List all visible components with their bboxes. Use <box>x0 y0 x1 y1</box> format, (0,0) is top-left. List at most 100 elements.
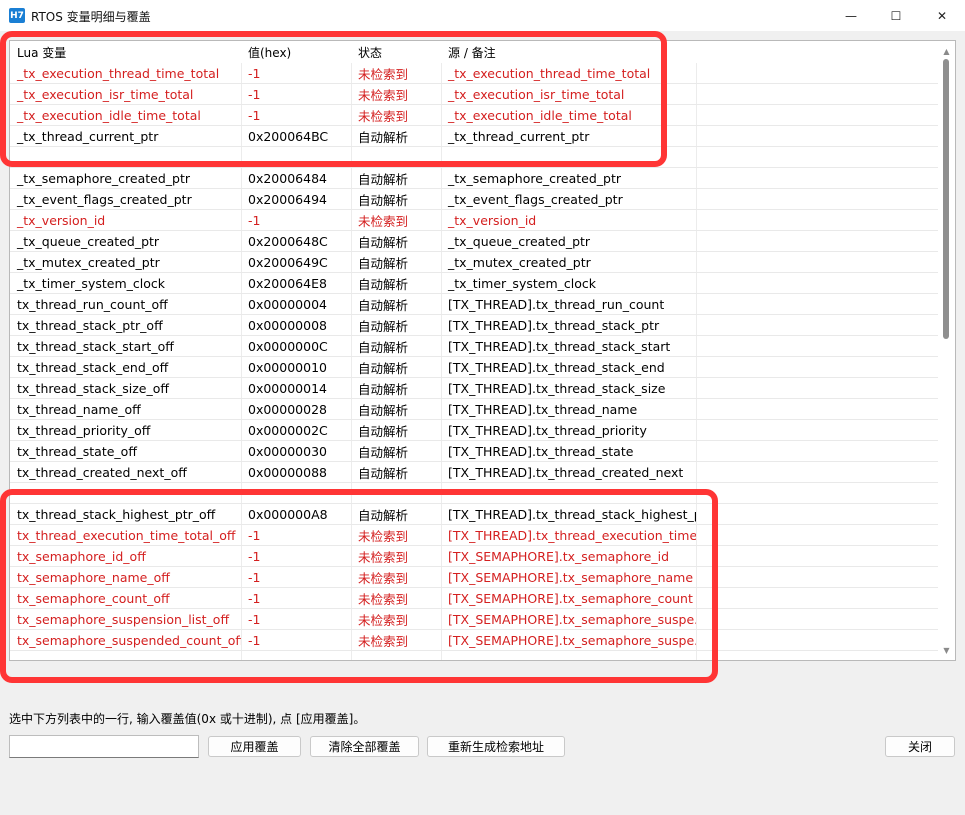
row-value: -1 <box>248 86 261 102</box>
scroll-down-arrow-icon[interactable]: ▼ <box>938 642 955 658</box>
row-source: _tx_execution_idle_time_total <box>448 107 632 123</box>
row-variable-name: tx_semaphore_count_off <box>17 590 170 606</box>
row-value: 0x200064E8 <box>248 275 327 291</box>
row-variable-name: tx_thread_state_off <box>17 443 137 459</box>
vertical-scrollbar[interactable]: ▲ ▼ <box>938 41 955 660</box>
maximize-button[interactable]: ☐ <box>873 0 919 31</box>
scrollbar-thumb[interactable] <box>943 59 949 339</box>
table-row[interactable]: _tx_thread_current_ptr 0x200064BC 自动解析 _tx_… <box>10 126 938 147</box>
row-value: -1 <box>248 548 261 564</box>
row-status: 自动解析 <box>358 318 409 334</box>
row-variable-name: tx_thread_stack_highest_ptr_off <box>17 506 216 522</box>
row-source <box>441 147 696 167</box>
regenerate-addresses-button[interactable]: 重新生成检索地址 <box>427 736 565 757</box>
override-value-input[interactable] <box>9 735 199 758</box>
table-row[interactable]: tx_thread_stack_size_off 0x00000014 自动解析 [T… <box>10 378 938 399</box>
table-row[interactable]: tx_semaphore_name_off -1 未检索到 [TX_SEMAPHORE… <box>10 567 938 588</box>
close-window-button[interactable]: ✕ <box>919 0 965 31</box>
row-status: 自动解析 <box>358 444 409 460</box>
row-source: [TX_THREAD].tx_thread_stack_start <box>448 338 671 354</box>
clear-all-overrides-button[interactable]: 清除全部覆盖 <box>310 736 419 757</box>
table-row[interactable]: tx_thread_state_off 0x00000030 自动解析 [TX_THR… <box>10 441 938 462</box>
row-source: _tx_event_flags_created_ptr <box>448 191 623 207</box>
row-source: [TX_THREAD].tx_thread_stack_highest_ptr <box>448 506 696 522</box>
minimize-button[interactable]: — <box>828 0 874 31</box>
row-value: 0x20006494 <box>248 191 327 207</box>
scroll-up-arrow-icon[interactable]: ▲ <box>938 43 955 59</box>
row-source: _tx_thread_current_ptr <box>448 128 590 144</box>
table-row[interactable]: tx_semaphore_suspended_count_off -1 未检索到 [T… <box>10 630 938 651</box>
column-header-status[interactable]: 状态 <box>351 41 441 63</box>
row-value: 0x200064BC <box>248 128 329 144</box>
table-row[interactable]: tx_thread_stack_ptr_off 0x00000008 自动解析 [TX… <box>10 315 938 336</box>
table-row[interactable]: _tx_semaphore_created_ptr 0x20006484 自动解析 _… <box>10 168 938 189</box>
row-variable-name: tx_thread_stack_ptr_off <box>17 317 163 333</box>
close-button[interactable]: 关闭 <box>885 736 955 757</box>
row-variable-name: tx_thread_stack_start_off <box>17 338 174 354</box>
row-variable-name: tx_thread_stack_end_off <box>17 359 169 375</box>
row-variable-name: tx_semaphore_suspended_count_off <box>17 632 241 648</box>
table-row[interactable]: tx_thread_priority_off 0x0000002C 自动解析 [TX_… <box>10 420 938 441</box>
table-row[interactable]: tx_thread_execution_time_total_off -1 未检索到… <box>10 525 938 546</box>
table-row[interactable] <box>10 147 938 168</box>
row-status: 未检索到 <box>358 213 409 229</box>
row-status: 未检索到 <box>358 66 409 82</box>
table-row[interactable]: _tx_event_flags_created_ptr 0x20006494 自动解… <box>10 189 938 210</box>
row-source: [TX_SEMAPHORE].tx_semaphore_id <box>448 548 670 564</box>
row-variable-name: tx_thread_stack_size_off <box>17 380 169 396</box>
row-value: 0x00000010 <box>248 359 327 375</box>
row-source: _tx_execution_isr_time_total <box>448 86 625 102</box>
table-row[interactable]: tx_thread_stack_highest_ptr_off 0x000000A… <box>10 504 938 525</box>
table-row[interactable]: _tx_execution_idle_time_total -1 未检索到 _tx_e… <box>10 105 938 126</box>
row-value: 0x2000649C <box>248 254 328 270</box>
row-source: [TX_THREAD].tx_thread_stack_end <box>448 359 665 375</box>
table-row[interactable]: tx_thread_stack_start_off 0x0000000C 自动解析 [… <box>10 336 938 357</box>
row-variable-name: tx_semaphore_suspension_list_off <box>17 611 230 627</box>
list-header: Lua 变量 值(hex) 状态 源 / 备注 <box>10 41 938 63</box>
row-variable-name <box>10 483 241 503</box>
row-variable-name: tx_semaphore_name_off <box>17 569 170 585</box>
table-row[interactable]: tx_thread_run_count_off 0x00000004 自动解析 [TX… <box>10 294 938 315</box>
row-source: [TX_THREAD].tx_thread_execution_time_t..… <box>448 527 696 543</box>
table-row[interactable]: tx_semaphore_count_off -1 未检索到 [TX_SEMAPHOR… <box>10 588 938 609</box>
row-status: 自动解析 <box>358 423 409 439</box>
table-row[interactable] <box>10 483 938 504</box>
table-row[interactable]: _tx_mutex_created_ptr 0x2000649C 自动解析 _tx_m… <box>10 252 938 273</box>
table-row[interactable]: _tx_execution_isr_time_total -1 未检索到 _tx_ex… <box>10 84 938 105</box>
row-value <box>241 147 351 167</box>
table-row[interactable]: tx_thread_created_next_off 0x00000088 自动解析… <box>10 462 938 483</box>
column-header-lua-variable[interactable]: Lua 变量 <box>10 41 241 63</box>
apply-override-button[interactable]: 应用覆盖 <box>208 736 301 757</box>
column-header-value-hex[interactable]: 值(hex) <box>241 41 351 63</box>
row-source: [TX_THREAD].tx_thread_run_count <box>448 296 665 312</box>
row-status: 未检索到 <box>358 549 409 565</box>
title-bar: H7 RTOS 变量明细与覆盖 — ☐ ✕ <box>0 0 965 31</box>
row-source: _tx_queue_created_ptr <box>448 233 591 249</box>
row-value: 0x00000008 <box>248 317 327 333</box>
table-row[interactable]: tx_semaphore_id_off -1 未检索到 [TX_SEMAPHORE].… <box>10 546 938 567</box>
row-variable-name: _tx_timer_system_clock <box>17 275 165 291</box>
row-status: 自动解析 <box>358 339 409 355</box>
table-row[interactable]: _tx_execution_thread_time_total -1 未检索到 _tx… <box>10 63 938 84</box>
table-row[interactable]: _tx_timer_system_clock 0x200064E8 自动解析 _tx_… <box>10 273 938 294</box>
table-row[interactable]: tx_thread_name_off 0x00000028 自动解析 [TX_THRE… <box>10 399 938 420</box>
row-value: 0x2000648C <box>248 233 328 249</box>
row-variable-name: _tx_thread_current_ptr <box>17 128 159 144</box>
column-header-source-note[interactable]: 源 / 备注 <box>441 41 696 63</box>
row-status: 未检索到 <box>358 528 409 544</box>
row-variable-name: tx_thread_run_count_off <box>17 296 168 312</box>
row-value: 0x00000088 <box>248 464 327 480</box>
table-row[interactable]: _tx_version_id -1 未检索到 _tx_version_id <box>10 210 938 231</box>
row-source: _tx_timer_system_clock <box>448 275 596 291</box>
table-row[interactable]: _tx_queue_created_ptr 0x2000648C 自动解析 _tx_q… <box>10 231 938 252</box>
table-row[interactable]: tx_thread_stack_end_off 0x00000010 自动解析 [TX… <box>10 357 938 378</box>
row-status: 未检索到 <box>358 633 409 649</box>
table-row[interactable]: tx_semaphore_suspension_list_off -1 未检索到 [T… <box>10 609 938 630</box>
row-source: [TX_THREAD].tx_thread_state <box>448 443 634 459</box>
row-value: -1 <box>248 107 261 123</box>
row-variable-name: _tx_execution_thread_time_total <box>17 65 220 81</box>
row-status: 自动解析 <box>358 255 409 271</box>
row-variable-name: tx_semaphore_id_off <box>17 548 146 564</box>
variable-list[interactable]: Lua 变量 值(hex) 状态 源 / 备注 _tx_execution_th… <box>9 40 956 661</box>
row-value: -1 <box>248 569 261 585</box>
